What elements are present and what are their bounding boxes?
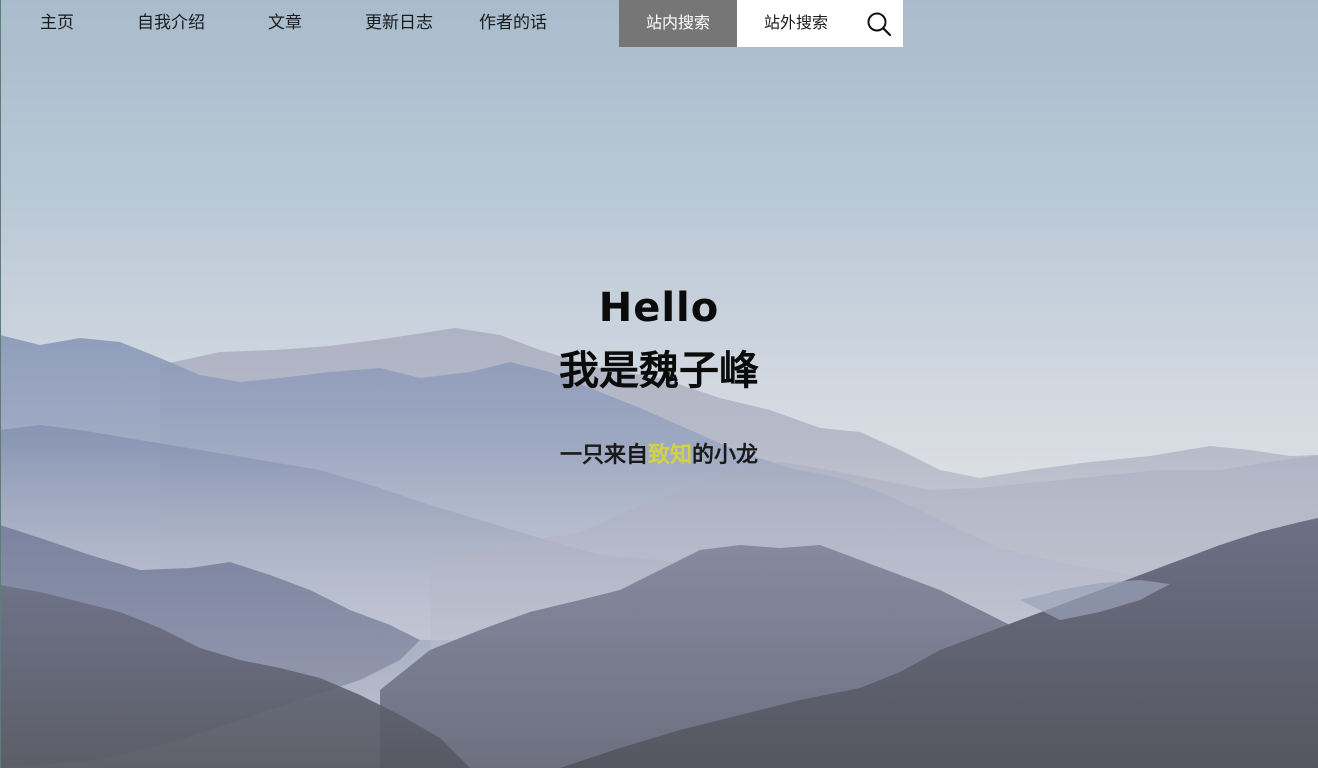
hero-greeting: Hello [598,285,720,331]
tab-external-search[interactable]: 站外搜索 [737,0,855,47]
search-icon [867,12,892,36]
nav-item-author-notes[interactable]: 作者的话 [479,0,547,47]
tagline-suffix: 的小龙 [692,443,759,468]
nav-item-changelog[interactable]: 更新日志 [365,0,433,47]
page: 主页 自我介绍 文章 更新日志 作者的话 站内搜索 站外搜索 Hello 我是魏… [0,0,1318,768]
tagline-prefix: 一只来自 [559,443,648,468]
tab-internal-search[interactable]: 站内搜索 [619,0,737,47]
nav-item-articles[interactable]: 文章 [268,0,302,47]
top-navigation: 主页 自我介绍 文章 更新日志 作者的话 站内搜索 站外搜索 [0,0,1318,47]
hero-name: 我是魏子峰 [559,348,759,394]
search-button[interactable] [855,0,903,47]
tagline-highlight: 致知 [647,443,692,468]
hero-tagline: 一只来自致知的小龙 [0,437,1318,469]
nav-item-about[interactable]: 自我介绍 [137,0,205,47]
nav-item-home[interactable]: 主页 [40,0,74,47]
search-box: 站内搜索 站外搜索 [619,0,903,47]
